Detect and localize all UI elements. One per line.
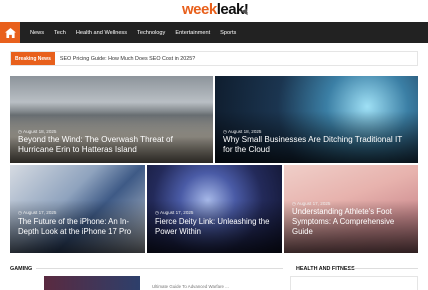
featured-card-athletes-foot[interactable]: ◷ August 17, 2025 Understanding Athlete'…: [284, 165, 418, 253]
card-title[interactable]: Understanding Athlete's Foot Symptoms: A…: [292, 207, 412, 237]
gaming-article-thumbnail[interactable]: [44, 276, 140, 290]
logo-part-week: week: [182, 1, 217, 18]
site-logo[interactable]: weekleak!: [182, 1, 249, 18]
card-date: ◷ August 17, 2025: [18, 210, 57, 215]
nav-item-health-and-wellness[interactable]: Health and Wellness: [76, 30, 127, 36]
featured-card-fierce-deity[interactable]: ◷ August 17, 2025 Fierce Deity Link: Unl…: [147, 165, 282, 253]
card-title[interactable]: The Future of the iPhone: An In-Depth Lo…: [18, 217, 139, 237]
featured-card-iphone[interactable]: ◷ August 17, 2025 The Future of the iPho…: [10, 165, 145, 253]
section-divider: [350, 268, 418, 269]
main-nav: News Tech Health and Wellness Technology…: [0, 22, 428, 43]
card-date-text: August 17, 2025: [297, 201, 331, 206]
header: weekleak!: [0, 0, 428, 22]
card-title[interactable]: Beyond the Wind: The Overwash Threat of …: [18, 135, 207, 155]
section-heading-gaming: GAMING: [10, 266, 33, 272]
card-date-text: August 17, 2025: [23, 210, 57, 215]
card-date: ◷ August 17, 2025: [155, 210, 194, 215]
section-divider: [36, 268, 283, 269]
featured-card-hurricane[interactable]: ◷ August 18, 2025 Beyond the Wind: The O…: [10, 76, 213, 163]
breaking-news-ticker: Breaking News SEO Pricing Guide: How Muc…: [10, 51, 418, 66]
card-title[interactable]: Fierce Deity Link: Unleashing the Power …: [155, 217, 276, 237]
nav-item-sports[interactable]: Sports: [220, 30, 236, 36]
card-date-text: August 18, 2025: [228, 129, 262, 134]
section-heading-health: HEALTH AND FITNESS: [296, 266, 355, 272]
card-date-text: August 18, 2025: [23, 129, 57, 134]
breaking-news-label: Breaking News: [11, 52, 55, 65]
featured-card-cloud[interactable]: ◷ August 18, 2025 Why Small Businesses A…: [215, 76, 418, 163]
gaming-article-title[interactable]: Ultimate Guide To Advanced Warfare ...: [152, 284, 229, 289]
nav-item-news[interactable]: News: [30, 30, 44, 36]
card-date-text: August 17, 2025: [160, 210, 194, 215]
nav-item-tech[interactable]: Tech: [54, 30, 66, 36]
home-icon: [4, 27, 16, 38]
nav-item-entertainment[interactable]: Entertainment: [175, 30, 210, 36]
health-section-box: [290, 276, 418, 290]
nav-item-technology[interactable]: Technology: [137, 30, 165, 36]
breaking-news-headline[interactable]: SEO Pricing Guide: How Much Does SEO Cos…: [60, 56, 195, 62]
card-title[interactable]: Why Small Businesses Are Ditching Tradit…: [223, 135, 412, 155]
home-button[interactable]: [0, 22, 20, 43]
